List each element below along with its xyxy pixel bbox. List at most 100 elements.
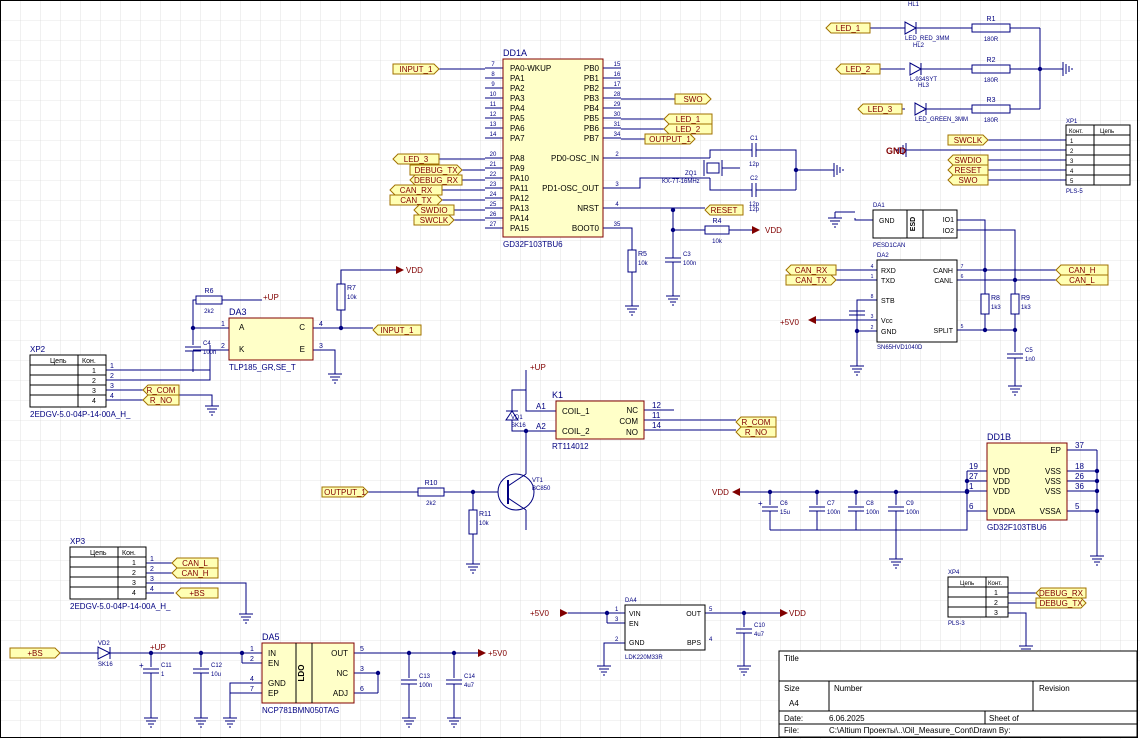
dd1a-pin-label: BOOT0: [572, 224, 600, 233]
xp3-row-num: 4: [132, 590, 136, 597]
xp3-row-num: 2: [132, 570, 136, 577]
file-value: C:\Altium Проекты\..\Oil_Measure_Cont\Dr…: [829, 726, 1010, 735]
dd1a-pin-label: PB4: [584, 104, 600, 113]
xp1-part: PLS-5: [1066, 189, 1083, 195]
label-text: 2: [110, 373, 114, 380]
label-text: 3: [150, 576, 154, 583]
label-text: A1: [536, 402, 546, 411]
net-port-label: DEBUG_RX: [414, 176, 459, 185]
resistor-ref: R8: [991, 295, 1000, 302]
crystal-ref: ZQ1: [685, 171, 697, 177]
capacitor-ref: C5: [1025, 348, 1033, 354]
resistor-ref: R3: [987, 97, 996, 104]
size-value: A4: [789, 699, 799, 708]
resistor-value: 180R: [984, 118, 999, 124]
v5-label: +5V0: [530, 609, 549, 618]
junction-dot: [523, 428, 529, 434]
xp2-row-num: 1: [92, 368, 96, 375]
xp3-part: 2EDGV-5.0-04P-14-00A_H_: [70, 602, 171, 611]
vdd-label: VDD: [712, 488, 729, 497]
dd1b-pin-num: 36: [1075, 482, 1084, 491]
da2-ref: DA2: [877, 253, 889, 259]
label-text: 1: [150, 556, 154, 563]
capacitor-value: 12p: [749, 162, 760, 168]
dd1a-pin-label: NRST: [577, 204, 599, 213]
junction-dot: [190, 325, 196, 331]
junction-dot: [406, 650, 412, 656]
capacitor-value: 4u7: [464, 683, 475, 689]
da2-pin-label: TXD: [881, 278, 895, 285]
label-text: NO: [626, 428, 638, 437]
dd1a-pin-label: PA2: [510, 84, 525, 93]
label-text: LDO: [297, 665, 306, 682]
dd1a-pin-label: PA4: [510, 104, 525, 113]
dd1a-pin-label: PA9: [510, 164, 525, 173]
dd1a-pin-num: 21: [490, 162, 497, 168]
label-text: COIL_2: [562, 427, 590, 436]
da2-pin-label: RXD: [881, 268, 896, 275]
da3-part: TLP185_GR,SE_T: [229, 363, 296, 372]
dd1a-ref: DD1A: [503, 48, 527, 58]
resistor-value: 10k: [712, 239, 723, 245]
label-text: Кон.: [122, 550, 136, 557]
resistor-ref: R11: [479, 511, 491, 518]
dd1a-pin-label: PA0-WKUP: [510, 64, 551, 73]
label-text: C: [299, 323, 305, 332]
junction-dot: [1012, 277, 1018, 283]
resistor-value: 180R: [984, 78, 999, 84]
dd1a-pin-num: 34: [614, 132, 621, 138]
net-port-label: +BS: [189, 589, 204, 598]
junction-dot: [198, 650, 204, 656]
resistor-value: 2k2: [426, 501, 436, 507]
da2-pin-num: 2: [871, 325, 874, 331]
xp2-row-num: 2: [92, 378, 96, 385]
label-text: 2: [250, 656, 254, 663]
dd1a-pin-num: 24: [490, 192, 497, 198]
net-port-label: DEBUG_TX: [1039, 599, 1083, 608]
label-text: 4: [319, 321, 323, 328]
dd1a-pin-label: PA10: [510, 174, 530, 183]
dd1a-pin-num: 16: [614, 72, 621, 78]
led-ref: HL1: [908, 2, 920, 8]
net-port-label: LED_1: [836, 24, 861, 33]
dd1a-pin-label: PA14: [510, 214, 530, 223]
dd1a-pin-label: PA1: [510, 74, 525, 83]
label-text: 12p: [749, 207, 760, 213]
label-text: VIN: [629, 611, 641, 618]
dd1a-pin-label: PB2: [584, 84, 600, 93]
dd1a-pin-label: PA5: [510, 114, 525, 123]
net-port-label: DEBUG_RX: [1039, 589, 1084, 598]
dd1b-pin-num: 19: [969, 462, 978, 471]
diode-part: SK16: [98, 662, 113, 668]
dd1b-pin-num: 1: [969, 482, 974, 491]
dd1b-pin-label: VDDA: [993, 507, 1016, 516]
label-text: COM: [619, 417, 638, 426]
resistor-value: 10k: [638, 261, 649, 267]
label-text: 4: [250, 676, 254, 683]
resistor-value: 10k: [479, 521, 490, 527]
capacitor-value: 100n: [866, 510, 879, 516]
junction-dot: [451, 650, 457, 656]
resistor-value: 180R: [984, 37, 999, 43]
label-text: 4: [110, 393, 114, 400]
vt1-ref: VT1: [532, 478, 544, 484]
label-text: 2: [150, 566, 154, 573]
net-port-label: LED_1: [676, 115, 701, 124]
net-port-label: SWDIO: [954, 156, 981, 165]
xp3-ref: XP3: [70, 537, 86, 546]
diode-ref: VD2: [98, 641, 110, 647]
resistor-value: 10k: [347, 295, 358, 301]
junction-dot: [1094, 508, 1100, 514]
da2-pin-num: 8: [871, 294, 874, 300]
dd1b-part: GD32F103TBU6: [987, 523, 1047, 532]
label-text: A: [239, 323, 245, 332]
dd1b-pin-num: 6: [969, 502, 974, 511]
xp4-row-num: 3: [994, 610, 998, 617]
dd1a-pin-label: PB7: [584, 134, 600, 143]
label-text: 1: [221, 321, 225, 328]
net-port-label: SWO: [958, 176, 977, 185]
sheet-label: Sheet of: [989, 714, 1020, 723]
dd1a-pin-label: PB1: [584, 74, 600, 83]
dd1a-pin-label: PB3: [584, 94, 600, 103]
dd1a-pin-num: 25: [490, 202, 497, 208]
